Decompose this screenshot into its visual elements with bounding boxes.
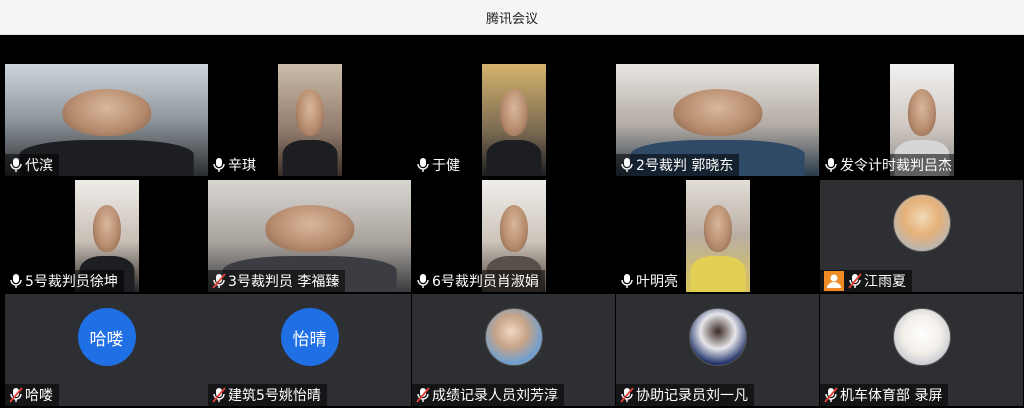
participant-avatar: 怡晴 — [280, 308, 339, 366]
mic-on-icon — [9, 273, 23, 289]
participant-avatar — [892, 194, 951, 252]
participant-name: 辛琪 — [228, 158, 256, 174]
user-badge-icon — [824, 271, 844, 291]
mic-muted-icon — [212, 273, 226, 289]
window-titlebar: 腾讯会议 — [0, 0, 1024, 35]
participant-label: 辛琪 — [208, 154, 262, 176]
participant-video — [482, 64, 546, 176]
participant-label: 6号裁判员肖淑娟 — [412, 270, 545, 292]
participant-name: 于健 — [432, 158, 460, 174]
participant-video — [278, 64, 342, 176]
participant-tile[interactable]: 成绩记录人员刘芳淳 — [412, 294, 615, 406]
mic-muted-icon — [212, 387, 226, 403]
participant-tile[interactable]: 怡晴 建筑5号姚怡晴 — [208, 294, 411, 406]
window-title: 腾讯会议 — [485, 11, 538, 27]
participant-name: 哈喽 — [25, 388, 53, 404]
mic-muted-icon — [848, 273, 862, 289]
participant-avatar — [484, 308, 543, 366]
mic-on-icon — [620, 157, 634, 173]
participant-name: 成绩记录人员刘芳淳 — [432, 388, 558, 404]
participant-label: 2号裁判 郭晓东 — [616, 154, 740, 176]
mic-on-icon — [416, 157, 430, 173]
mic-muted-icon — [824, 387, 838, 403]
participant-label: 建筑5号姚怡晴 — [208, 384, 327, 406]
mic-muted-icon — [620, 387, 634, 403]
participant-label: 5号裁判员徐坤 — [5, 270, 124, 292]
participant-label: 代滨 — [5, 154, 59, 176]
participant-tile[interactable]: 辛琪 — [208, 64, 411, 176]
participant-tile[interactable]: 叶明亮 — [616, 180, 819, 292]
mic-on-icon — [9, 157, 23, 173]
participant-tile[interactable]: 5号裁判员徐坤 — [5, 180, 208, 292]
participant-name: 3号裁判员 李福臻 — [228, 274, 340, 290]
participant-name: 发令计时裁判吕杰 — [840, 158, 952, 174]
participant-label: 协助记录员刘一凡 — [616, 384, 754, 406]
participant-tile[interactable]: 江雨夏 — [820, 180, 1023, 292]
participant-tile[interactable]: 3号裁判员 李福臻 — [208, 180, 411, 292]
participant-tile[interactable]: 发令计时裁判吕杰 — [820, 64, 1023, 176]
participant-tile[interactable]: 2号裁判 郭晓东 — [616, 64, 819, 176]
participant-label: 机车体育部 录屏 — [820, 384, 949, 406]
participant-name: 建筑5号姚怡晴 — [228, 388, 321, 404]
mic-on-icon — [824, 157, 838, 173]
participant-label: 成绩记录人员刘芳淳 — [412, 384, 564, 406]
participant-label: 于健 — [412, 154, 466, 176]
mic-muted-icon — [9, 387, 23, 403]
participant-label: 叶明亮 — [616, 270, 684, 292]
participant-label: 3号裁判员 李福臻 — [208, 270, 346, 292]
participant-label: 发令计时裁判吕杰 — [820, 154, 958, 176]
participant-name: 代滨 — [25, 158, 53, 174]
participant-tile[interactable]: 6号裁判员肖淑娟 — [412, 180, 615, 292]
participant-tile[interactable]: 代滨 — [5, 64, 208, 176]
mic-muted-icon — [416, 387, 430, 403]
participant-name: 5号裁判员徐坤 — [25, 274, 118, 290]
participant-tile[interactable]: 机车体育部 录屏 — [820, 294, 1023, 406]
participant-tile[interactable]: 于健 — [412, 64, 615, 176]
participant-avatar — [892, 308, 951, 366]
mic-on-icon — [620, 273, 634, 289]
participant-name: 叶明亮 — [636, 274, 678, 290]
participant-tile[interactable]: 协助记录员刘一凡 — [616, 294, 819, 406]
mic-on-icon — [416, 273, 430, 289]
participant-label: 江雨夏 — [820, 270, 912, 292]
participant-avatar — [688, 308, 747, 366]
participant-label: 哈喽 — [5, 384, 59, 406]
participant-avatar: 哈喽 — [77, 308, 136, 366]
participant-video — [686, 180, 750, 292]
mic-on-icon — [212, 157, 226, 173]
participant-name: 6号裁判员肖淑娟 — [432, 274, 539, 290]
participant-name: 2号裁判 郭晓东 — [636, 158, 734, 174]
participant-name: 机车体育部 录屏 — [840, 388, 943, 404]
participant-name: 江雨夏 — [864, 274, 906, 290]
video-grid: 代滨 辛琪 于健 2号裁判 郭晓东 发令计时裁判吕杰 5号裁判员徐坤 3号裁判员… — [0, 64, 1024, 408]
participant-tile[interactable]: 哈喽 哈喽 — [5, 294, 208, 406]
participant-name: 协助记录员刘一凡 — [636, 388, 748, 404]
